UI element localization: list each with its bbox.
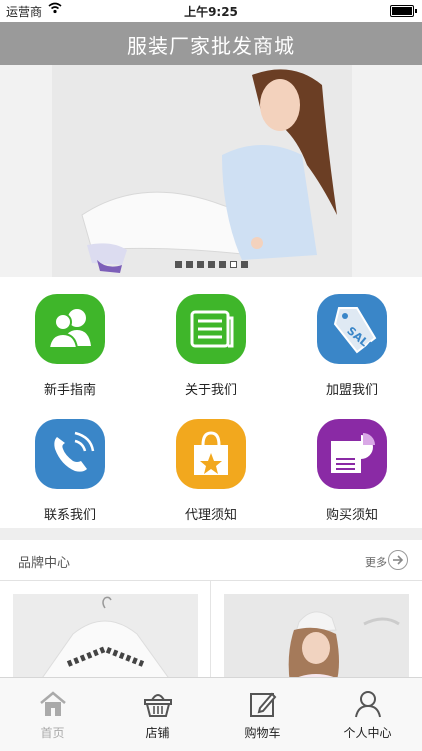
carousel-dot[interactable]	[185, 261, 193, 268]
carousel-dot[interactable]	[196, 261, 204, 268]
grid-item-label: 关于我们	[184, 383, 237, 398]
carousel-dot[interactable]	[240, 261, 248, 268]
chart-report-icon	[317, 419, 387, 489]
grid-item-label: 代理须知	[184, 508, 237, 523]
carousel-dot[interactable]	[218, 261, 226, 268]
tab-label: 首页	[40, 726, 65, 740]
product-card[interactable]	[13, 594, 198, 684]
carousel-indicator	[0, 261, 422, 268]
navigation-bar: 服装厂家批发商城	[0, 22, 422, 65]
banner-carousel[interactable]	[0, 65, 422, 277]
carousel-dot[interactable]	[174, 261, 182, 268]
grid-item-contact[interactable]: 联系我们	[0, 402, 140, 527]
carousel-dot[interactable]	[207, 261, 215, 268]
sale-tag-icon: SALE	[317, 294, 387, 364]
person-icon	[355, 691, 381, 718]
arrow-right-icon[interactable]	[388, 550, 408, 570]
tab-cart[interactable]: 购物车	[210, 678, 315, 751]
product-card[interactable]	[224, 594, 409, 684]
brand-section-header: 品牌中心 更多	[0, 540, 422, 581]
battery-icon	[390, 5, 417, 17]
more-link[interactable]: 更多	[365, 554, 387, 570]
tab-store[interactable]: 店铺	[105, 678, 210, 751]
feature-grid: 新手指南 关于我们 SALE 加盟我们 联系我们 代理须知 购买须知	[0, 277, 422, 527]
basket-icon	[144, 694, 172, 717]
phone-icon	[35, 419, 105, 489]
grid-item-label: 加盟我们	[325, 383, 378, 398]
grid-item-join[interactable]: SALE 加盟我们	[282, 277, 422, 402]
grid-item-agent[interactable]: 代理须知	[141, 402, 281, 527]
divider	[210, 581, 211, 677]
page-title: 服装厂家批发商城	[127, 34, 295, 58]
edit-icon	[250, 692, 277, 717]
tab-label: 购物车	[244, 726, 281, 740]
tab-label: 个人中心	[343, 726, 392, 740]
tab-bar: 首页 店铺 购物车 个人中心	[0, 677, 422, 751]
shopping-bag-icon	[176, 419, 246, 489]
tab-home[interactable]: 首页	[0, 678, 105, 751]
tab-label: 店铺	[145, 726, 170, 740]
tab-profile[interactable]: 个人中心	[315, 678, 420, 751]
carousel-dot-active[interactable]	[229, 261, 237, 268]
status-time: 上午9:25	[184, 5, 238, 19]
banner-image	[52, 65, 352, 277]
grid-item-about[interactable]: 关于我们	[141, 277, 281, 402]
grid-item-purchase[interactable]: 购买须知	[282, 402, 422, 527]
document-icon	[176, 294, 246, 364]
grid-item-label: 联系我们	[43, 508, 96, 523]
brand-products	[0, 581, 422, 684]
product-image	[224, 594, 409, 684]
product-image	[13, 594, 198, 684]
grid-item-label: 购买须知	[325, 508, 378, 523]
grid-item-label: 新手指南	[43, 383, 96, 398]
section-title: 品牌中心	[18, 556, 71, 571]
grid-item-guide[interactable]: 新手指南	[0, 277, 140, 402]
users-icon	[35, 294, 105, 364]
home-icon	[40, 691, 66, 716]
status-bar: 运营商 上午9:25	[0, 0, 422, 22]
section-divider	[0, 528, 422, 540]
